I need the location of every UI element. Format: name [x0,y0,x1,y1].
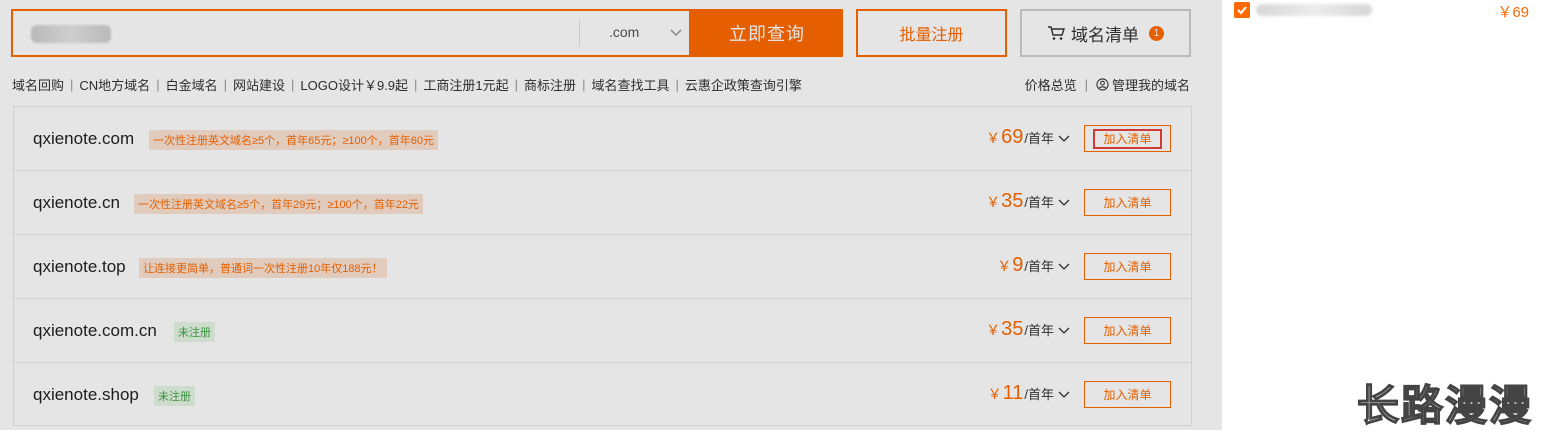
chevron-down-icon[interactable] [1058,327,1070,335]
cart-icon [1048,26,1065,40]
chevron-down-icon[interactable] [1058,199,1070,207]
result-row: qxienote.shop 未注册 ￥ 11 /首年 加入清单 [13,362,1192,426]
separator: | [1084,77,1088,92]
separator: | [70,77,74,92]
price-value: 69 [1001,126,1024,148]
price[interactable]: ￥ 9 /首年 [997,254,1070,277]
status-tag: 未注册 [174,322,215,342]
link-business-registration[interactable]: 工商注册1元起 [423,75,508,94]
separator: | [514,77,519,92]
promo-tag: 让连接更简单，普通词一次性注册10年仅188元！ [139,258,387,278]
separator: | [582,77,586,92]
selected-domain-name [1256,4,1372,16]
status-tag: 未注册 [154,386,195,406]
link-website-build[interactable]: 网站建设 [233,75,285,94]
add-to-list-button[interactable]: 加入清单 [1084,253,1171,280]
separator: | [414,77,418,92]
separator: | [223,77,227,92]
list-count-badge: 1 [1149,25,1164,41]
checkbox-checked-icon[interactable] [1234,2,1250,18]
price-value: 9 [1012,254,1024,276]
currency-symbol: ￥ [986,130,1001,146]
price-value: 35 [1001,190,1024,212]
query-button[interactable]: 立即查询 [691,9,843,57]
account-links: 价格总览 | 管理我的域名 [1025,75,1190,94]
domain-name: qxienote.shop [33,385,139,404]
link-price-overview[interactable]: 价格总览 [1025,75,1077,94]
chevron-down-icon[interactable] [1058,263,1070,271]
domain-list-panel: ￥69 长路漫漫 [1222,0,1541,431]
price[interactable]: ￥ 69 /首年 [986,126,1070,149]
link-manage-domains[interactable]: 管理我的域名 [1112,75,1190,94]
result-row: qxienote.cn 一次性注册英文域名≥5个，首年29元；≥100个，首年2… [13,170,1192,234]
add-to-list-button[interactable]: 加入清单 [1084,381,1171,408]
link-policy-search[interactable]: 云惠企政策查询引擎 [685,75,802,94]
domain-search-box[interactable]: .com [11,9,691,57]
suffix-select[interactable]: .com [609,24,639,40]
domain-result-list: qxienote.com 一次性注册英文域名≥5个，首年65元；≥100个，首年… [13,106,1192,426]
price-value: 11 [1002,382,1024,404]
currency-symbol: ￥ [997,258,1012,274]
price-unit: /首年 [1024,323,1054,338]
domain-name: qxienote.com [33,129,135,148]
selected-domain-price: ￥69 [1497,4,1529,21]
price[interactable]: ￥ 11 /首年 [988,382,1070,405]
domain-list-label: 域名清单 [1071,25,1139,45]
link-domain-finder[interactable]: 域名查找工具 [591,75,669,94]
price[interactable]: ￥ 35 /首年 [986,190,1070,213]
domain-name: qxienote.cn [33,193,120,212]
chevron-down-icon[interactable] [669,25,683,39]
add-to-list-button[interactable]: 加入清单 [1084,189,1171,216]
add-to-list-button[interactable]: 加入清单 [1084,317,1171,344]
separator: | [156,77,160,92]
result-row: qxienote.com 一次性注册英文域名≥5个，首年65元；≥100个，首年… [13,106,1192,170]
domain-list-button[interactable]: 域名清单 1 [1020,9,1191,57]
link-trademark[interactable]: 商标注册 [524,75,576,94]
result-row: qxienote.com.cn 未注册 ￥ 35 /首年 加入清单 [13,298,1192,362]
domain-name: qxienote.top [33,257,126,276]
add-to-list-button[interactable]: 加入清单 [1084,125,1171,152]
currency-symbol: ￥ [987,386,1002,402]
main-content: .com 立即查询 批量注册 域名清单 1 域名回购 | CN地方域名 | 白金域名… [0,0,1222,430]
promo-tag: 一次性注册英文域名≥5个，首年65元；≥100个，首年60元 [149,130,439,150]
price[interactable]: ￥ 35 /首年 [986,318,1070,341]
price-unit: /首年 [1024,259,1054,274]
quick-links: 域名回购 | CN地方域名 | 白金域名 | 网站建设 | LOGO设计￥9.9起 | 工… [12,75,802,94]
separator: | [291,77,295,92]
link-domain-buyback[interactable]: 域名回购 [12,75,64,94]
batch-register-button[interactable]: 批量注册 [856,9,1007,57]
chevron-down-icon[interactable] [1058,135,1070,143]
price-unit: /首年 [1024,387,1054,402]
link-cn-local-domain[interactable]: CN地方域名 [79,75,150,94]
price-value: 35 [1001,318,1024,340]
chevron-down-icon[interactable] [1058,391,1070,399]
link-platinum-domain[interactable]: 白金域名 [166,75,218,94]
divider [579,19,580,47]
result-row: qxienote.top 让连接更简单，普通词一次性注册10年仅188元！ ￥ … [13,234,1192,298]
separator: | [675,77,679,92]
search-input[interactable] [31,25,111,43]
watermark: 长路漫漫 [1356,380,1533,431]
domain-name: qxienote.com.cn [33,321,157,340]
link-logo-design[interactable]: LOGO设计￥9.9起 [300,75,408,94]
promo-tag: 一次性注册英文域名≥5个，首年29元；≥100个，首年22元 [134,194,424,214]
price-unit: /首年 [1024,195,1054,210]
add-to-list-label: 加入清单 [1093,128,1162,149]
currency-symbol: ￥ [986,194,1001,210]
price-unit: /首年 [1024,131,1054,146]
user-icon [1096,78,1109,91]
currency-symbol: ￥ [986,322,1001,338]
